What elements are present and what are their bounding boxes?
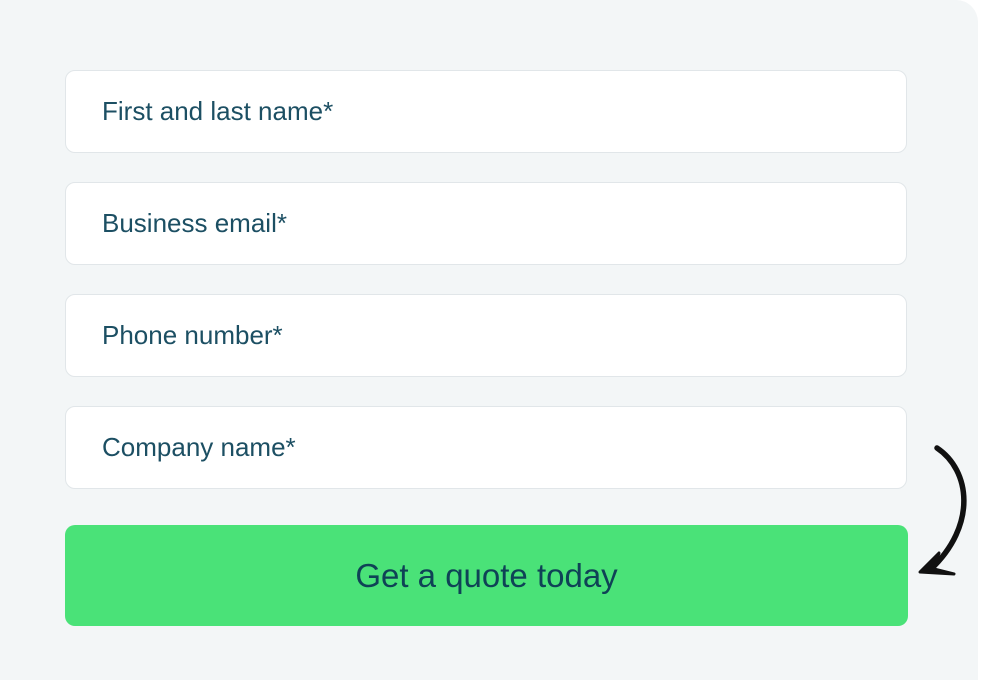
name-field[interactable] [65,70,907,153]
company-field[interactable] [65,406,907,489]
phone-field[interactable] [65,294,907,377]
email-field[interactable] [65,182,907,265]
curved-arrow-icon [918,445,967,576]
get-quote-button[interactable]: Get a quote today [65,525,908,626]
quote-form-panel: Get a quote today [0,0,978,680]
